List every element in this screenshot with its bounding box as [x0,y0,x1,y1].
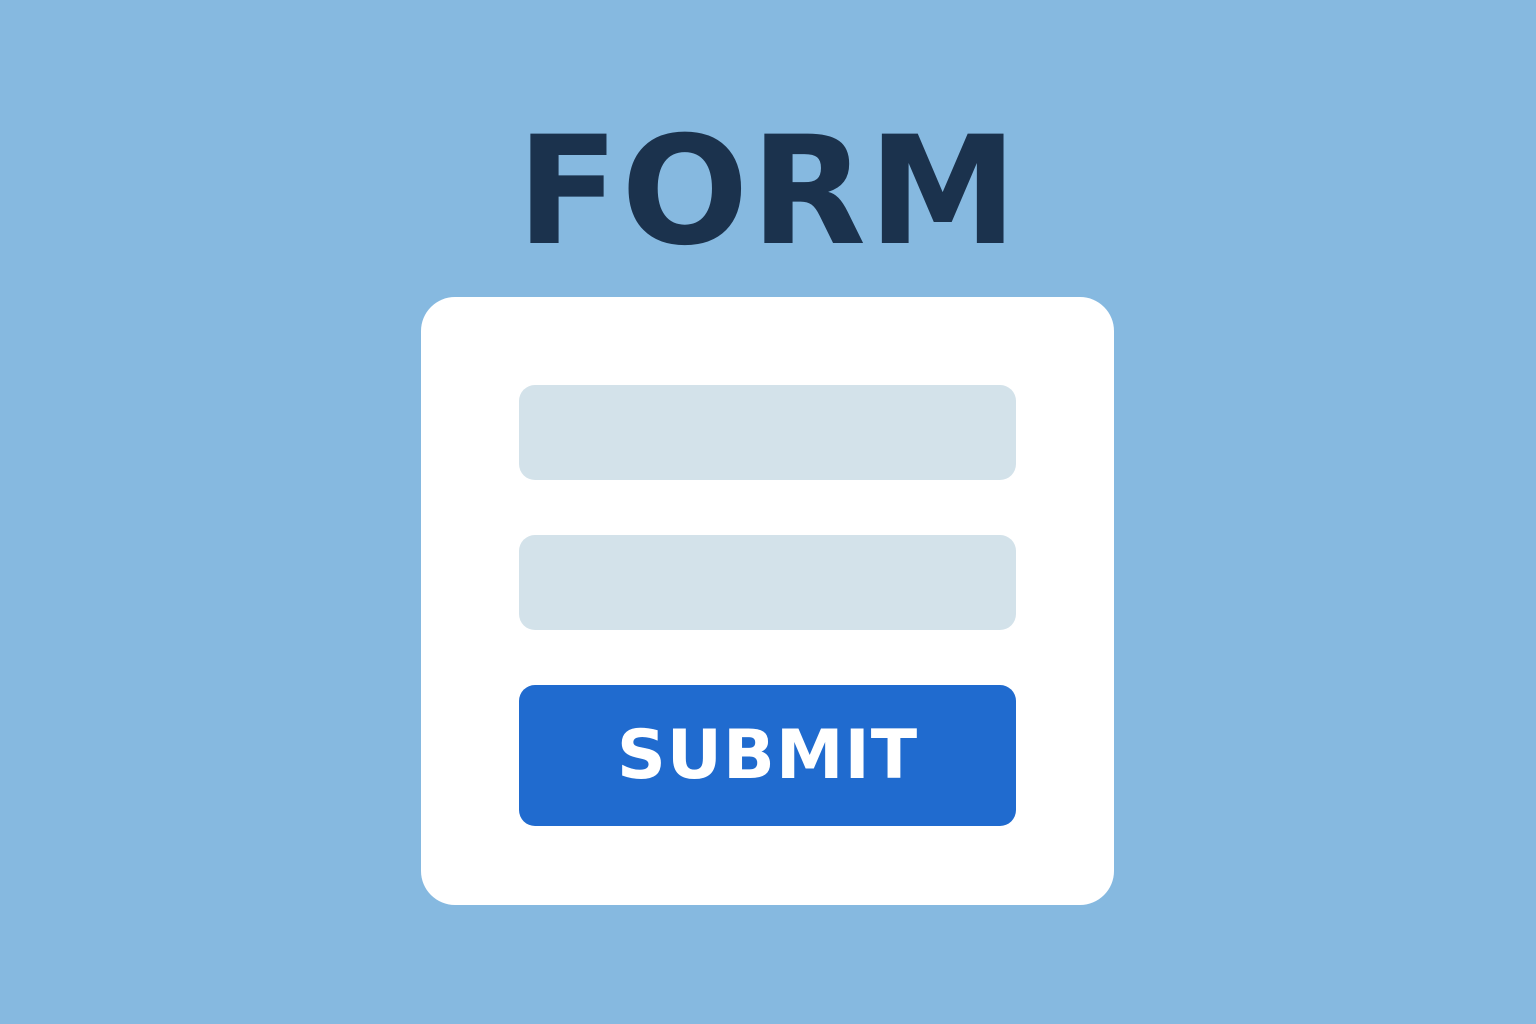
text-field-1[interactable] [519,385,1016,480]
form-card: SUBMIT [421,297,1114,905]
page-title: FORM [516,105,1020,279]
submit-button[interactable]: SUBMIT [519,685,1016,826]
text-field-2[interactable] [519,535,1016,630]
